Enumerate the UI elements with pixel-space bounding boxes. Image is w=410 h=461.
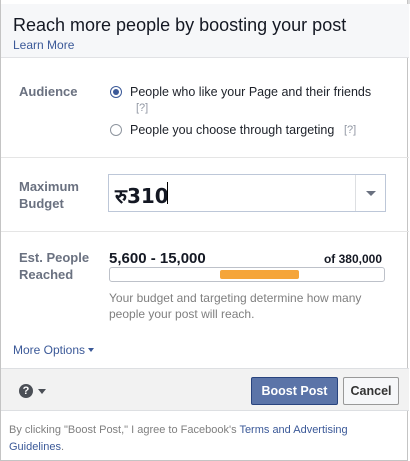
audience-option-page-fans-label[interactable]: People who like your Page and their frie… [130, 85, 371, 99]
budget-value: रु310 [115, 184, 169, 208]
legal-prefix: By clicking "Boost Post," I agree to Fac… [9, 424, 240, 436]
more-options-label: More Options [13, 343, 86, 357]
boost-post-dialog: Reach more people by boosting your post … [0, 0, 409, 461]
chevron-down-icon [366, 191, 376, 196]
audience-label: Audience [19, 84, 78, 99]
reach-hint: Your budget and targeting determine how … [109, 291, 362, 321]
caret-down-icon [88, 348, 95, 352]
dialog-header: Reach more people by boosting your post … [1, 4, 409, 58]
cancel-button[interactable]: Cancel [343, 377, 399, 405]
more-options-link[interactable]: More Options [13, 343, 95, 357]
boost-post-button[interactable]: Boost Post [251, 377, 338, 405]
divider [1, 157, 409, 158]
reach-bar-fill [220, 270, 299, 279]
budget-label: Maximum Budget [19, 179, 79, 211]
audience-option-page-fans-help[interactable]: [?] [136, 102, 148, 114]
legal-text: By clicking "Boost Post," I agree to Fac… [9, 422, 389, 456]
reach-total-value: of 380,000 [323, 252, 382, 266]
reach-bar [109, 267, 385, 282]
divider [1, 231, 409, 232]
learn-more-link[interactable]: Learn More [13, 38, 74, 52]
dialog-footer: ? Boost Post Cancel [1, 368, 409, 411]
budget-input[interactable]: रु310 [108, 174, 386, 212]
legal-suffix: . [60, 441, 65, 453]
audience-radio-targeting[interactable] [110, 124, 122, 136]
reach-label: Est. People Reached [19, 250, 90, 282]
help-dropdown-caret-icon[interactable] [38, 389, 46, 394]
question-icon[interactable]: ? [19, 384, 33, 398]
audience-option-targeting-help[interactable]: [?] [344, 124, 356, 136]
dialog-title: Reach more people by boosting your post [13, 15, 347, 35]
reach-range-value: 5,600 - 15,000 [109, 250, 206, 267]
budget-dropdown-button[interactable] [355, 175, 385, 211]
text-caret [167, 182, 168, 204]
audience-option-targeting-label[interactable]: People you choose through targeting [130, 123, 334, 137]
audience-radio-page-fans[interactable] [110, 86, 122, 98]
